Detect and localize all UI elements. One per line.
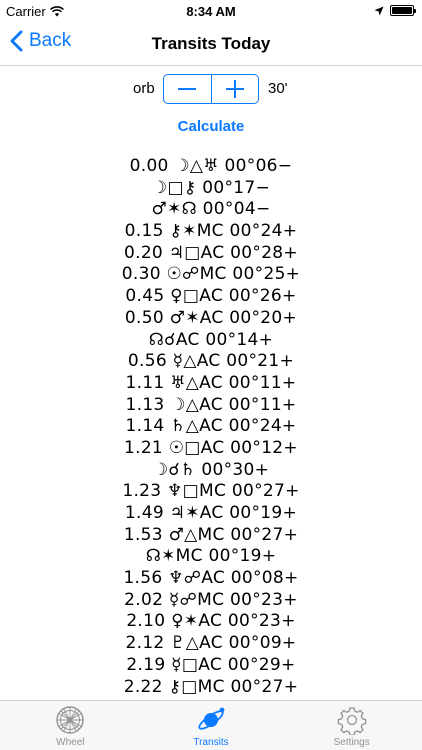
list-item: 1.13 ☽△AC 00°11+	[125, 394, 297, 415]
tab-wheel[interactable]: Wheel	[0, 701, 141, 750]
orb-value: 30'	[268, 80, 288, 97]
transits-icon	[198, 707, 225, 730]
list-item: 0.30 ☉☍MC 00°25+	[121, 264, 301, 285]
tab-settings-label: Settings	[333, 737, 370, 748]
orb-decrement-button[interactable]	[164, 75, 211, 103]
tab-transits[interactable]: Transits	[141, 701, 282, 750]
list-item: ☽☌♄ 00°30+	[152, 459, 270, 480]
navigation-bar: Back Transits Today	[0, 22, 422, 66]
list-item: 2.22 ⚷□MC 00°27+	[123, 676, 299, 697]
list-item: 0.45 ♀□AC 00°26+	[125, 286, 297, 307]
calculate-button[interactable]: Calculate	[0, 118, 422, 135]
list-item: 1.49 ♃✶AC 00°19+	[124, 503, 298, 523]
list-item: 1.11 ♅△AC 00°11+	[125, 372, 297, 393]
list-item: ♂✶☊ 00°04−	[151, 199, 271, 220]
page-title: Transits Today	[151, 34, 271, 53]
list-item: ☊☌AC 00°14+	[148, 329, 274, 350]
status-bar: Carrier 8:34 AM	[0, 0, 422, 22]
list-item: 2.19 ☿□AC 00°29+	[126, 654, 296, 675]
tab-bar: Wheel Transits Settings	[0, 700, 422, 750]
list-item: 0.00 ☽△♅ 00°06−	[129, 156, 293, 176]
transit-list[interactable]: 0.00 ☽△♅ 00°06− ☽□⚷ 00°17− ♂✶☊ 00°04− 0.…	[0, 156, 422, 699]
orb-increment-button[interactable]	[212, 75, 259, 103]
minus-icon	[178, 88, 197, 90]
tab-wheel-label: Wheel	[56, 737, 85, 748]
battery-icon	[390, 5, 416, 16]
list-item: 1.53 ♂△MC 00°27+	[123, 524, 299, 545]
wheel-icon	[56, 706, 85, 734]
orb-row: orb 30'	[0, 72, 422, 106]
plus-icon	[225, 80, 244, 98]
list-item: 2.10 ♀✶AC 00°23+	[126, 611, 296, 632]
status-time: 8:34 AM	[186, 4, 236, 19]
gear-icon	[337, 707, 366, 735]
orb-label: orb	[133, 80, 155, 97]
status-right	[374, 5, 416, 16]
location-arrow-icon	[374, 6, 384, 15]
list-item: 2.12 ♇△AC 00°09+	[125, 633, 297, 654]
tab-transits-label: Transits	[193, 737, 229, 748]
list-item: 2.02 ☿☍MC 00°23+	[124, 589, 298, 610]
list-item: 1.14 ♄△AC 00°24+	[125, 416, 297, 437]
list-item: 1.21 ☉□AC 00°12+	[124, 437, 298, 458]
list-item: 0.15 ⚷✶MC 00°24+	[124, 221, 298, 242]
list-item: 0.20 ♃□AC 00°28+	[124, 242, 298, 263]
list-item: ☊✶MC 00°19+	[145, 546, 277, 567]
list-item: 1.56 ♆☍AC 00°08+	[123, 568, 299, 589]
tab-settings[interactable]: Settings	[281, 701, 422, 750]
list-item: 0.56 ☿△AC 00°21+	[127, 351, 295, 372]
list-item: 1.23 ♆□MC 00°27+	[122, 481, 300, 502]
list-item: 0.50 ♂✶AC 00°20+	[124, 307, 298, 328]
orb-stepper[interactable]	[163, 74, 259, 104]
list-item: ☽□⚷ 00°17−	[151, 177, 271, 198]
